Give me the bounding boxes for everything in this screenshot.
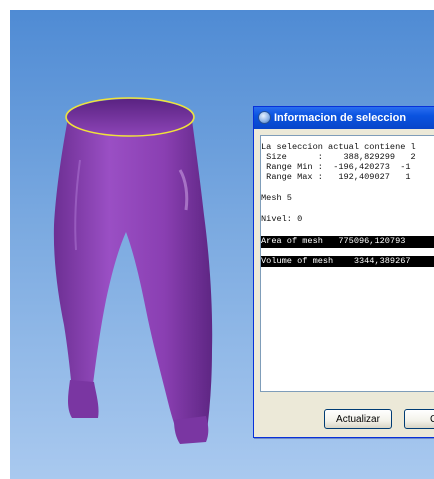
info-line-mesh: Mesh 5 bbox=[261, 193, 292, 203]
update-button[interactable]: Actualizar bbox=[324, 409, 392, 429]
close-button[interactable]: Cc bbox=[404, 409, 434, 429]
info-text-area[interactable]: La seleccion actual contiene l Size : 38… bbox=[260, 135, 434, 392]
info-line-range-max: Range Max : 192,409027 1 bbox=[261, 172, 411, 182]
waist-opening bbox=[67, 99, 193, 135]
right-ankle bbox=[174, 416, 209, 444]
globe-icon bbox=[258, 111, 271, 124]
dialog-titlebar[interactable]: Informacion de seleccion bbox=[254, 107, 434, 129]
3d-viewport[interactable]: Informacion de seleccion La seleccion ac… bbox=[10, 10, 434, 479]
info-line-volume: Volume of mesh 3344,389267 bbox=[261, 256, 434, 267]
info-line-area: Area of mesh 775096,120793 bbox=[261, 236, 434, 247]
info-line-level: Nivel: 0 bbox=[261, 214, 303, 224]
left-ankle bbox=[68, 380, 99, 418]
selection-info-dialog[interactable]: Informacion de seleccion La seleccion ac… bbox=[253, 106, 434, 438]
dialog-title: Informacion de seleccion bbox=[274, 112, 407, 124]
